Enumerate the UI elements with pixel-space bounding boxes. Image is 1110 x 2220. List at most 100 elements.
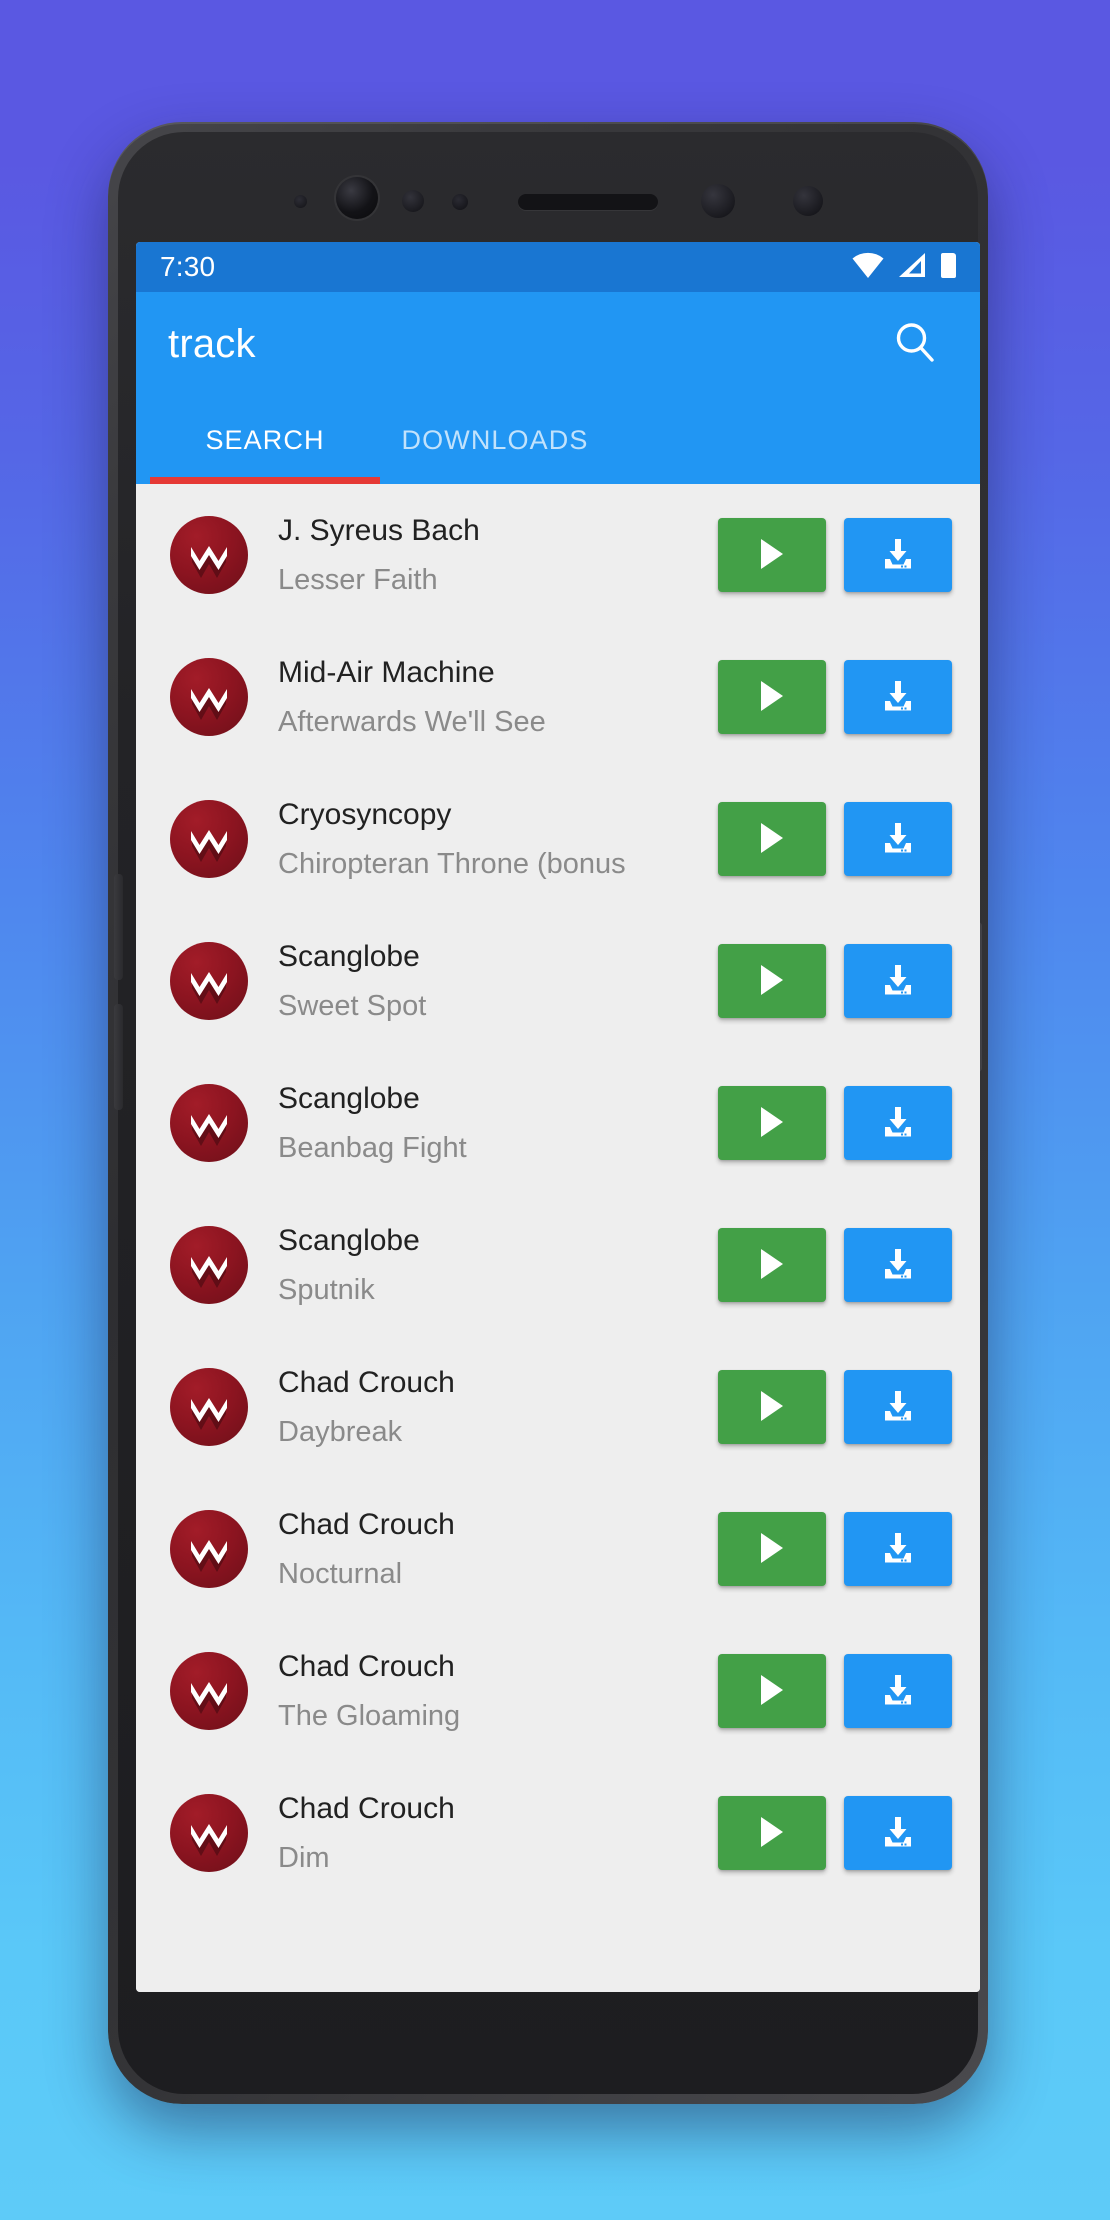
avatar: [170, 658, 248, 736]
track-artist: Scanglobe: [278, 1224, 420, 1258]
play-button[interactable]: [718, 802, 826, 876]
status-bar: 7:30: [136, 242, 980, 292]
play-icon: [757, 821, 787, 858]
track-row[interactable]: Cryosyncopy Chiropteran Throne (bonus: [136, 768, 980, 910]
track-row-actions: [718, 802, 952, 876]
play-button[interactable]: [718, 1796, 826, 1870]
top-bezel-hardware: [118, 132, 998, 252]
download-icon: [880, 1246, 916, 1285]
track-artist: Mid-Air Machine: [278, 656, 495, 690]
download-button[interactable]: [844, 1370, 952, 1444]
wave-logo-avatar-icon: [191, 1682, 227, 1714]
tab-downloads-label: DOWNLOADS: [401, 424, 589, 455]
track-song: Chiropteran Throne (bonus: [278, 847, 626, 880]
track-song: Nocturnal: [278, 1557, 403, 1590]
track-row[interactable]: Chad Crouch Nocturnal: [136, 1478, 980, 1620]
track-row-actions: [718, 1370, 952, 1444]
secondary-camera-icon: [793, 186, 823, 216]
play-button[interactable]: [718, 1228, 826, 1302]
play-button[interactable]: [718, 1512, 826, 1586]
app-bar-top: track: [136, 292, 980, 396]
track-row-text: Chad Crouch Nocturnal: [278, 1506, 718, 1592]
download-icon: [880, 1530, 916, 1569]
play-button[interactable]: [718, 944, 826, 1018]
track-row-actions: [718, 518, 952, 592]
track-row[interactable]: J. Syreus Bach Lesser Faith: [136, 484, 980, 626]
download-button[interactable]: [844, 1228, 952, 1302]
phone-device-frame: 7:30 track SEARCH DOWNLOADS J. Syreus Ba…: [108, 122, 988, 2104]
wave-logo-avatar-icon: [191, 1114, 227, 1146]
download-button[interactable]: [844, 802, 952, 876]
download-icon: [880, 1672, 916, 1711]
track-row-actions: [718, 1654, 952, 1728]
track-row[interactable]: Scanglobe Sputnik: [136, 1194, 980, 1336]
wave-logo-avatar-icon: [191, 830, 227, 862]
download-button[interactable]: [844, 518, 952, 592]
track-row-text: Cryosyncopy Chiropteran Throne (bonus: [278, 796, 718, 882]
avatar: [170, 516, 248, 594]
track-row-text: Chad Crouch Dim: [278, 1790, 718, 1876]
avatar: [170, 1226, 248, 1304]
track-row-text: Scanglobe Sweet Spot: [278, 938, 718, 1024]
track-song: The Gloaming: [278, 1699, 461, 1732]
play-icon: [757, 1389, 787, 1426]
download-icon: [880, 820, 916, 859]
track-row-text: Chad Crouch Daybreak: [278, 1364, 718, 1450]
play-icon: [757, 537, 787, 574]
track-row[interactable]: Mid-Air Machine Afterwards We'll See: [136, 626, 980, 768]
track-row-actions: [718, 1086, 952, 1160]
track-row-text: Mid-Air Machine Afterwards We'll See: [278, 654, 718, 740]
download-icon: [880, 962, 916, 1001]
download-button[interactable]: [844, 1796, 952, 1870]
track-song: Lesser Faith: [278, 563, 438, 596]
volume-down-button[interactable]: [114, 1004, 123, 1110]
download-button[interactable]: [844, 660, 952, 734]
track-row[interactable]: Scanglobe Beanbag Fight: [136, 1052, 980, 1194]
play-button[interactable]: [718, 660, 826, 734]
play-icon: [757, 1247, 787, 1284]
play-button[interactable]: [718, 1370, 826, 1444]
avatar: [170, 1794, 248, 1872]
iris-scanner-icon: [701, 184, 735, 218]
download-button[interactable]: [844, 1512, 952, 1586]
track-artist: Cryosyncopy: [278, 798, 452, 832]
avatar: [170, 1510, 248, 1588]
battery-icon: [940, 251, 960, 284]
avatar: [170, 1084, 248, 1162]
download-button[interactable]: [844, 944, 952, 1018]
tab-search[interactable]: SEARCH: [150, 396, 380, 484]
track-row-actions: [718, 1228, 952, 1302]
download-icon: [880, 536, 916, 575]
search-button[interactable]: [884, 313, 946, 375]
volume-up-button[interactable]: [114, 874, 123, 980]
track-row[interactable]: Chad Crouch The Gloaming: [136, 1620, 980, 1762]
front-camera-icon: [336, 177, 378, 219]
play-icon: [757, 679, 787, 716]
track-row-actions: [718, 660, 952, 734]
play-icon: [757, 1105, 787, 1142]
wave-logo-avatar-icon: [191, 1540, 227, 1572]
phone-bezel: 7:30 track SEARCH DOWNLOADS J. Syreus Ba…: [114, 132, 982, 2094]
wifi-icon: [852, 252, 884, 283]
download-button[interactable]: [844, 1654, 952, 1728]
play-icon: [757, 1673, 787, 1710]
play-button[interactable]: [718, 1086, 826, 1160]
download-button[interactable]: [844, 1086, 952, 1160]
track-row-text: Chad Crouch The Gloaming: [278, 1648, 718, 1734]
play-button[interactable]: [718, 1654, 826, 1728]
track-row[interactable]: Chad Crouch Dim: [136, 1762, 980, 1904]
play-button[interactable]: [718, 518, 826, 592]
tab-downloads[interactable]: DOWNLOADS: [380, 396, 610, 484]
avatar: [170, 1652, 248, 1730]
track-song: Beanbag Fight: [278, 1131, 467, 1164]
status-icons: [852, 251, 960, 284]
track-row[interactable]: Chad Crouch Daybreak: [136, 1336, 980, 1478]
wave-logo-avatar-icon: [191, 1824, 227, 1856]
avatar: [170, 800, 248, 878]
track-list[interactable]: J. Syreus Bach Lesser Faith Mid-Air Mach…: [136, 484, 980, 1992]
track-row-text: J. Syreus Bach Lesser Faith: [278, 512, 718, 598]
track-song: Afterwards We'll See: [278, 705, 546, 738]
track-row[interactable]: Scanglobe Sweet Spot: [136, 910, 980, 1052]
app-bar: track SEARCH DOWNLOADS: [136, 292, 980, 484]
cellular-signal-icon: [897, 252, 927, 283]
